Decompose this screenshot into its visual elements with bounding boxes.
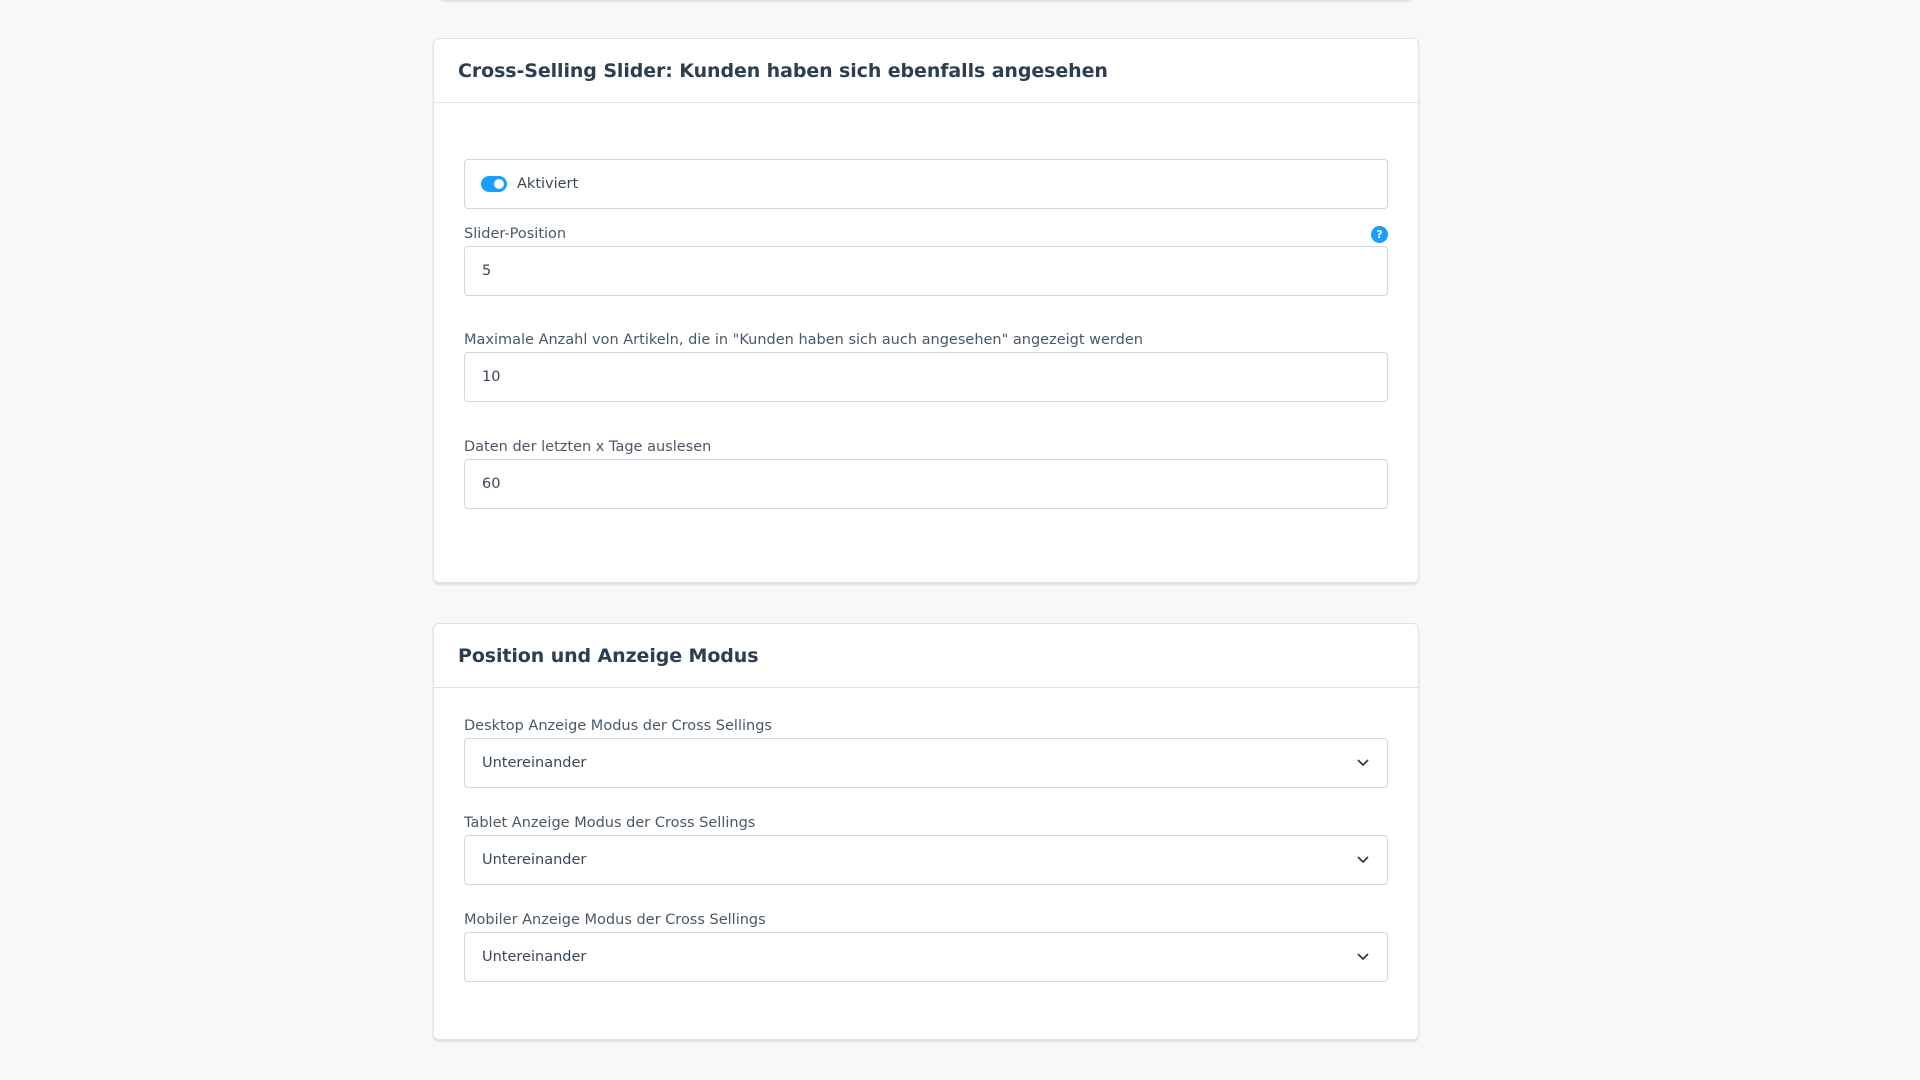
tablet-mode-field: Tablet Anzeige Modus der Cross Sellings …	[464, 813, 1388, 885]
tablet-mode-label: Tablet Anzeige Modus der Cross Sellings	[464, 815, 756, 831]
tablet-mode-select[interactable]: Untereinander	[464, 835, 1388, 885]
slider-position-label-row: Slider-Position ?	[464, 224, 1388, 244]
chevron-down-icon	[1356, 853, 1370, 867]
days-input[interactable]: 60	[464, 459, 1388, 509]
slider-position-input[interactable]: 5	[464, 246, 1388, 296]
desktop-mode-field: Desktop Anzeige Modus der Cross Sellings…	[464, 716, 1388, 788]
card-title: Position und Anzeige Modus	[434, 624, 1418, 688]
mobile-mode-value: Untereinander	[482, 949, 587, 965]
mobile-mode-select[interactable]: Untereinander	[464, 932, 1388, 982]
desktop-mode-select[interactable]: Untereinander	[464, 738, 1388, 788]
chevron-down-icon	[1356, 756, 1370, 770]
days-label: Daten der letzten x Tage auslesen	[464, 439, 712, 455]
activated-switch-field[interactable]: Aktiviert	[464, 159, 1388, 209]
tablet-mode-value: Untereinander	[482, 852, 587, 868]
max-articles-label: Maximale Anzahl von Artikeln, die in "Ku…	[464, 332, 1143, 348]
card-title: Cross-Selling Slider: Kunden haben sich …	[434, 39, 1418, 103]
slider-position-field: Slider-Position ? 5	[464, 224, 1388, 296]
mobile-mode-label: Mobiler Anzeige Modus der Cross Sellings	[464, 912, 766, 928]
max-articles-input[interactable]: 10	[464, 352, 1388, 402]
help-icon[interactable]: ?	[1371, 225, 1388, 243]
desktop-mode-value: Untereinander	[482, 755, 587, 771]
days-field: Daten der letzten x Tage auslesen 60	[464, 437, 1388, 509]
slider-position-label: Slider-Position	[464, 226, 567, 242]
chevron-down-icon	[1356, 950, 1370, 964]
toggle-knob	[494, 179, 504, 189]
cross-selling-slider-card: Cross-Selling Slider: Kunden haben sich …	[433, 38, 1419, 583]
activated-toggle[interactable]	[481, 176, 507, 192]
position-display-mode-card: Position und Anzeige Modus Desktop Anzei…	[433, 623, 1419, 1040]
previous-card-edge	[438, 0, 1414, 1]
mobile-mode-field: Mobiler Anzeige Modus der Cross Sellings…	[464, 910, 1388, 982]
max-articles-field: Maximale Anzahl von Artikeln, die in "Ku…	[464, 330, 1388, 402]
activated-label: Aktiviert	[517, 176, 579, 192]
desktop-mode-label: Desktop Anzeige Modus der Cross Sellings	[464, 718, 772, 734]
page: Cross-Selling Slider: Kunden haben sich …	[0, 0, 1920, 1080]
